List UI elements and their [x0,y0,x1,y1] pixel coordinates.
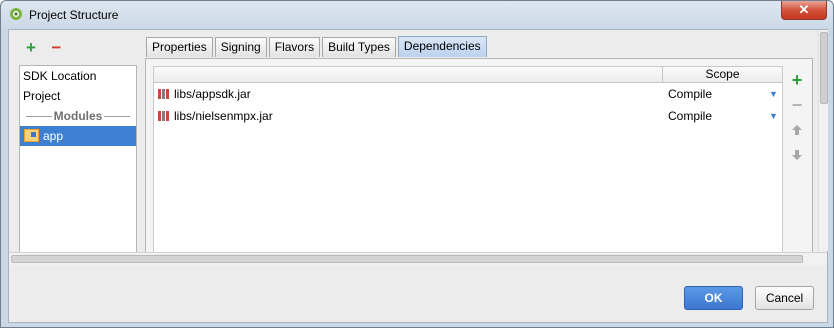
add-module-button[interactable]: + [23,39,39,56]
add-dependency-button[interactable]: + [788,68,806,93]
window-title: Project Structure [29,8,119,22]
tab-signing[interactable]: Signing [214,37,267,57]
ok-button[interactable]: OK [684,286,743,310]
tab-properties[interactable]: Properties [146,37,213,57]
title-bar: Project Structure ✕ [1,1,833,29]
tab-bar: Properties Signing Flavors Build Types D… [146,36,489,58]
sidebar: SDK Location Project Modules app [19,65,137,253]
scope-value[interactable]: Compile [668,83,712,105]
scope-value[interactable]: Compile [668,105,712,127]
move-up-button[interactable] [788,118,806,143]
dependency-name: libs/nielsenmpx.jar [174,109,273,123]
table-row[interactable]: libs/appsdk.jar Compile ▼ [154,83,782,105]
arrow-up-icon [792,125,802,135]
dependency-toolbar: + − [788,68,806,168]
table-header: Scope [154,67,782,83]
sidebar-item-project[interactable]: Project [20,86,136,106]
android-studio-icon [10,8,22,20]
scrollbar-thumb[interactable] [11,255,803,263]
close-button[interactable]: ✕ [781,1,827,20]
sidebar-item-app[interactable]: app [20,126,136,146]
move-down-button[interactable] [788,143,806,168]
dialog-body: + − SDK Location Project Modules app Pro… [8,29,828,323]
dependency-column-header[interactable] [154,67,663,82]
left-toolbar: + − [23,39,70,58]
jar-library-icon [158,89,170,99]
remove-module-button[interactable]: − [48,39,64,56]
jar-library-icon [158,111,170,121]
project-structure-dialog: Project Structure ✕ + − SDK Location Pro… [0,0,834,328]
arrow-down-icon [792,150,802,160]
dependencies-panel: Scope libs/appsdk.jar Compile ▼ libs/nie… [145,58,813,253]
tab-flavors[interactable]: Flavors [268,37,321,57]
table-row[interactable]: libs/nielsenmpx.jar Compile ▼ [154,105,782,127]
modules-header: Modules [20,106,136,126]
chevron-down-icon[interactable]: ▼ [769,105,778,127]
scrollbar-thumb[interactable] [820,32,828,104]
cancel-button[interactable]: Cancel [755,286,814,310]
scope-column-header[interactable]: Scope [663,67,782,82]
module-icon [24,129,39,142]
tab-build-types[interactable]: Build Types [322,37,396,57]
sidebar-item-label: app [43,129,64,143]
tab-dependencies[interactable]: Dependencies [397,36,487,57]
remove-dependency-button[interactable]: − [788,93,806,118]
horizontal-scrollbar[interactable] [9,252,827,265]
dependency-name: libs/appsdk.jar [174,87,251,101]
sidebar-item-sdk-location[interactable]: SDK Location [20,66,136,86]
vertical-scrollbar[interactable] [818,30,828,251]
chevron-down-icon[interactable]: ▼ [769,83,778,105]
dependencies-table: Scope libs/appsdk.jar Compile ▼ libs/nie… [153,66,783,253]
